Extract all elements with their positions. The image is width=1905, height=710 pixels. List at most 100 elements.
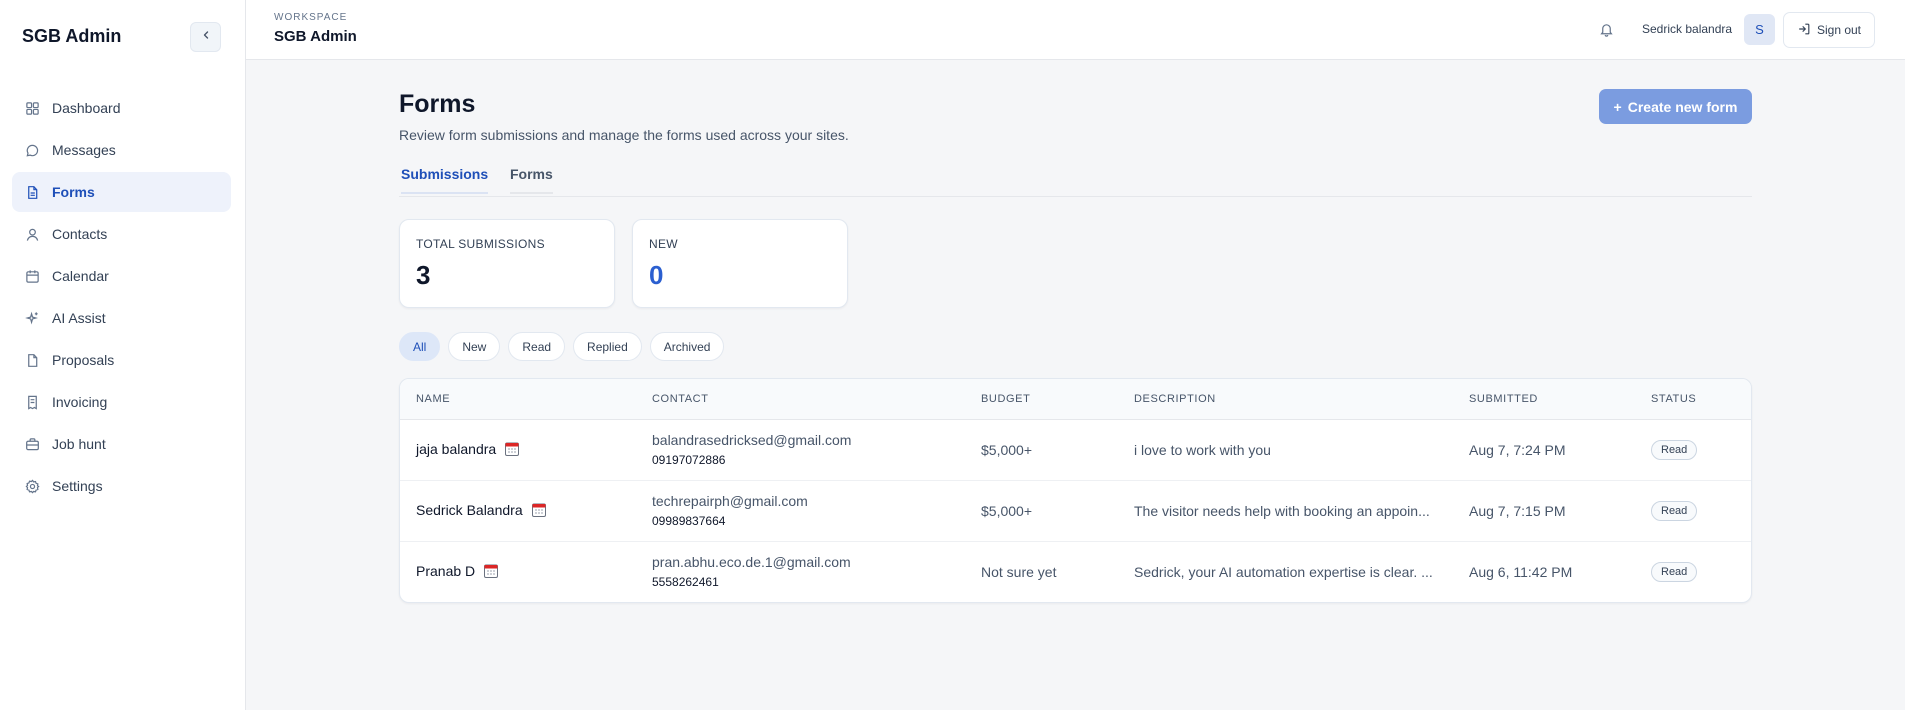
sidebar-item-job-hunt[interactable]: Job hunt (12, 424, 231, 464)
calendar-icon (483, 563, 499, 579)
status-badge: Read (1651, 501, 1698, 521)
sidebar-item-messages[interactable]: Messages (12, 130, 231, 170)
page-title: Forms (399, 90, 476, 118)
description-text: Sedrick, your AI automation expertise is… (1134, 564, 1433, 580)
column-header-name: NAME (416, 393, 451, 405)
contact-email[interactable]: techrepairph@gmail.com (652, 493, 808, 509)
sidebar-item-label: Job hunt (52, 436, 106, 452)
description-text: The visitor needs help with booking an a… (1134, 503, 1430, 519)
filter-chip-new[interactable]: New (448, 332, 501, 361)
stat-card-new: NEW 0 (632, 219, 848, 308)
bell-icon[interactable] (1596, 19, 1616, 39)
chevron-left-icon (200, 28, 212, 46)
table-row[interactable]: jaja balandra balandrasedricksed@gmail.c… (400, 420, 1751, 481)
contact-phone: 09989837664 (652, 514, 726, 528)
sidebar-item-label: Dashboard (52, 100, 121, 116)
budget-value: $5,000+ (981, 442, 1032, 458)
dashboard-icon (24, 100, 40, 116)
table-row[interactable]: Pranab D pran.abhu.eco.de.1@gmail.com 55… (400, 542, 1751, 602)
contact-email[interactable]: balandrasedricksed@gmail.com (652, 432, 851, 448)
tab-forms[interactable]: Forms (510, 166, 553, 194)
contact-phone: 09197072886 (652, 453, 726, 467)
tab-submissions[interactable]: Submissions (401, 166, 489, 194)
status-badge: Read (1651, 440, 1698, 460)
sidebar-item-label: AI Assist (52, 310, 106, 326)
submitted-date: Aug 6, 11:42 PM (1469, 564, 1573, 580)
tab-bar: Submissions Forms (399, 160, 1752, 197)
status-badge: Read (1651, 562, 1698, 582)
stat-card-total-submissions: TOTAL SUBMISSIONS 3 (399, 219, 615, 308)
sign-out-icon (1797, 22, 1811, 39)
sidebar-item-label: Messages (52, 142, 116, 158)
create-new-form-button[interactable]: + Create new form (1599, 89, 1752, 124)
sidebar-item-calendar[interactable]: Calendar (12, 256, 231, 296)
status-filter-group: All New Read Replied Archived (399, 332, 725, 361)
column-header-description: DESCRIPTION (1134, 393, 1216, 405)
submitter-name-text: jaja balandra (416, 441, 497, 457)
calendar-icon (504, 441, 520, 457)
workspace-name: SGB Admin (274, 28, 357, 45)
contact-email[interactable]: pran.abhu.eco.de.1@gmail.com (652, 554, 851, 570)
stat-label: NEW (649, 237, 678, 251)
receipt-icon (24, 394, 40, 410)
sidebar-item-forms[interactable]: Forms (12, 172, 231, 212)
sidebar-item-label: Invoicing (52, 394, 108, 410)
filter-chip-archived[interactable]: Archived (649, 332, 725, 361)
submitter-name: Pranab D (416, 563, 499, 579)
sign-out-label: Sign out (1816, 23, 1862, 37)
column-header-submitted: SUBMITTED (1469, 393, 1538, 405)
sidebar-item-proposals[interactable]: Proposals (12, 340, 231, 380)
column-header-budget: BUDGET (981, 393, 1031, 405)
budget-value: Not sure yet (981, 564, 1057, 580)
sidebar-item-label: Settings (52, 478, 103, 494)
stat-label: TOTAL SUBMISSIONS (416, 237, 545, 251)
brand-name: SGB Admin (22, 26, 122, 46)
filter-chip-read[interactable]: Read (508, 332, 566, 361)
filter-chip-replied[interactable]: Replied (573, 332, 642, 361)
sidebar-nav: Dashboard Messages Forms Contacts Calend… (12, 88, 231, 508)
workspace-label: WORKSPACE (274, 12, 348, 23)
gear-icon (24, 478, 40, 494)
topbar: WORKSPACE SGB Admin Sedrick balandra S S… (246, 0, 1905, 60)
filter-chip-all[interactable]: All (399, 332, 441, 361)
column-header-status: STATUS (1651, 393, 1697, 405)
budget-value: $5,000+ (981, 503, 1032, 519)
sign-out-button[interactable]: Sign out (1783, 12, 1875, 48)
sidebar-item-label: Calendar (52, 268, 109, 284)
column-header-contact: CONTACT (652, 393, 709, 405)
briefcase-icon (24, 436, 40, 452)
sidebar-item-invoicing[interactable]: Invoicing (12, 382, 231, 422)
sparkle-icon (24, 310, 40, 326)
submitter-name: jaja balandra (416, 441, 520, 457)
sidebar-item-contacts[interactable]: Contacts (12, 214, 231, 254)
calendar-icon (531, 502, 547, 518)
table-row[interactable]: Sedrick Balandra techrepairph@gmail.com … (400, 481, 1751, 542)
submitter-name-text: Sedrick Balandra (416, 502, 523, 518)
description-text: i love to work with you (1134, 442, 1271, 458)
submitted-date: Aug 7, 7:24 PM (1469, 442, 1566, 458)
sidebar: SGB Admin Dashboard Messages Forms Conta… (0, 0, 246, 710)
sidebar-item-label: Proposals (52, 352, 115, 368)
submitter-name-text: Pranab D (416, 563, 476, 579)
user-icon (24, 226, 40, 242)
sidebar-item-settings[interactable]: Settings (12, 466, 231, 506)
stat-value: 0 (649, 260, 664, 290)
submissions-table: NAME CONTACT BUDGET DESCRIPTION SUBMITTE… (399, 378, 1752, 603)
sidebar-item-ai-assist[interactable]: AI Assist (12, 298, 231, 338)
table-header: NAME CONTACT BUDGET DESCRIPTION SUBMITTE… (400, 379, 1751, 420)
submitter-name: Sedrick Balandra (416, 502, 547, 518)
user-name: Sedrick balandra (1642, 22, 1733, 36)
sidebar-item-label: Forms (52, 184, 95, 200)
page-subtitle: Review form submissions and manage the f… (399, 127, 849, 143)
sidebar-item-label: Contacts (52, 226, 108, 242)
file-icon (24, 352, 40, 368)
avatar[interactable]: S (1744, 14, 1775, 45)
message-icon (24, 142, 40, 158)
create-new-form-label: Create new form (1627, 98, 1738, 115)
plus-icon: + (1613, 98, 1622, 115)
contact-phone: 5558262461 (652, 575, 719, 589)
calendar-icon (24, 268, 40, 284)
document-icon (24, 184, 40, 200)
sidebar-item-dashboard[interactable]: Dashboard (12, 88, 231, 128)
collapse-sidebar-button[interactable] (190, 22, 221, 52)
